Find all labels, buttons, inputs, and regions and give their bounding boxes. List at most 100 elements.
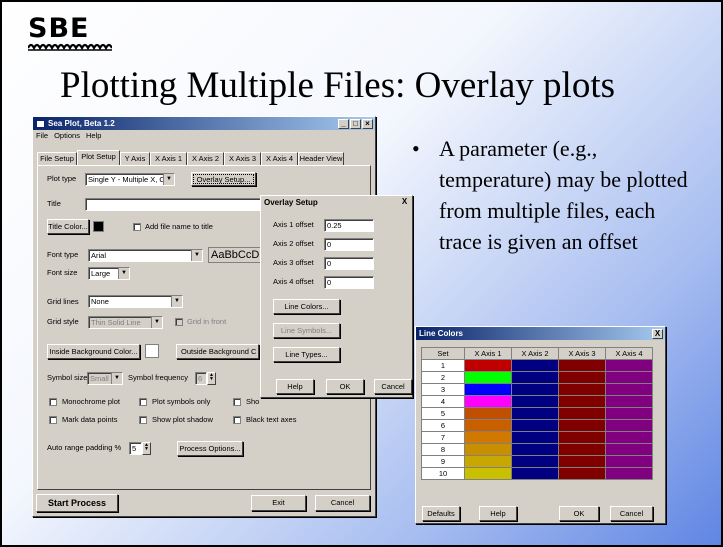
auto-range-input[interactable]: 5: [129, 442, 142, 455]
color-cell[interactable]: [558, 359, 606, 372]
overlay-ok-button[interactable]: OK: [326, 379, 364, 394]
color-cell[interactable]: [558, 443, 606, 456]
color-cell[interactable]: [464, 383, 512, 396]
grid-in-front-checkbox[interactable]: [175, 318, 183, 326]
start-process-button[interactable]: Start Process: [36, 494, 118, 512]
menu-file[interactable]: File: [36, 130, 48, 142]
process-options-button[interactable]: Process Options...: [177, 441, 243, 456]
chevron-down-icon: ▼: [163, 174, 174, 185]
color-cell[interactable]: [464, 371, 512, 384]
tab-x-axis-1[interactable]: X Axis 1: [150, 152, 187, 165]
close-icon[interactable]: X: [652, 328, 663, 339]
line-colors-ok-button[interactable]: OK: [559, 506, 599, 521]
color-cell[interactable]: [558, 395, 606, 408]
axis-2-offset-input[interactable]: 0: [324, 238, 374, 251]
menu-help[interactable]: Help: [86, 130, 101, 142]
table-row: 3: [421, 383, 653, 396]
show-plot-shadow-checkbox[interactable]: [139, 416, 147, 424]
color-cell[interactable]: [558, 431, 606, 444]
color-cell[interactable]: [605, 419, 653, 432]
color-cell[interactable]: [464, 455, 512, 468]
color-cell[interactable]: [464, 395, 512, 408]
color-cell[interactable]: [605, 371, 653, 384]
maximize-icon[interactable]: □: [350, 118, 361, 129]
color-cell[interactable]: [464, 431, 512, 444]
color-cell[interactable]: [511, 407, 559, 420]
axis-1-offset-input[interactable]: 0.25: [324, 219, 374, 232]
color-cell[interactable]: [511, 371, 559, 384]
auto-range-spinner[interactable]: ▲ ▼: [142, 442, 151, 455]
color-cell[interactable]: [511, 431, 559, 444]
axis-4-offset-input[interactable]: 0: [324, 276, 374, 289]
tab-plot-setup[interactable]: Plot Setup: [77, 150, 120, 165]
overlay-help-button[interactable]: Help: [276, 379, 314, 394]
color-cell[interactable]: [558, 419, 606, 432]
color-cell[interactable]: [605, 395, 653, 408]
color-cell[interactable]: [511, 443, 559, 456]
line-types-button[interactable]: Line Types...: [273, 347, 340, 362]
color-cell[interactable]: [464, 359, 512, 372]
black-text-axes-checkbox[interactable]: [233, 416, 241, 424]
inside-background-swatch[interactable]: [145, 344, 159, 358]
color-cell[interactable]: [558, 455, 606, 468]
monochrome-checkbox[interactable]: [49, 398, 57, 406]
color-cell[interactable]: [558, 383, 606, 396]
minimize-icon[interactable]: _: [338, 118, 349, 129]
color-cell[interactable]: [464, 443, 512, 456]
defaults-button[interactable]: Defaults: [422, 506, 460, 521]
line-colors-button[interactable]: Line Colors...: [273, 299, 340, 314]
title-color-swatch[interactable]: [93, 221, 104, 232]
color-cell[interactable]: [605, 467, 653, 480]
color-cell[interactable]: [605, 359, 653, 372]
color-cell[interactable]: [464, 419, 512, 432]
font-type-select[interactable]: Arial ▼: [88, 249, 203, 262]
color-cell[interactable]: [464, 407, 512, 420]
exit-button[interactable]: Exit: [251, 495, 306, 511]
tab-x-axis-4[interactable]: X Axis 4: [261, 152, 298, 165]
color-cell[interactable]: [511, 359, 559, 372]
symbol-frequency-spinner[interactable]: ▲ ▼: [207, 372, 216, 385]
tab-x-axis-2[interactable]: X Axis 2: [187, 152, 224, 165]
color-cell[interactable]: [605, 407, 653, 420]
close-icon[interactable]: X: [399, 197, 410, 208]
line-colors-help-button[interactable]: Help: [479, 506, 517, 521]
color-cell[interactable]: [605, 383, 653, 396]
overlay-cancel-button[interactable]: Cancel: [374, 379, 412, 394]
color-cell[interactable]: [605, 443, 653, 456]
line-colors-cancel-button[interactable]: Cancel: [610, 506, 653, 521]
tab-x-axis-3[interactable]: X Axis 3: [224, 152, 261, 165]
grid-lines-select[interactable]: None ▼: [88, 295, 183, 308]
color-cell[interactable]: [605, 431, 653, 444]
font-size-select[interactable]: Large ▼: [88, 267, 130, 280]
plot-symbols-only-checkbox[interactable]: [139, 398, 147, 406]
tab-y-axis[interactable]: Y Axis: [120, 152, 150, 165]
close-icon[interactable]: ×: [362, 118, 373, 129]
color-cell[interactable]: [605, 455, 653, 468]
color-cell[interactable]: [558, 467, 606, 480]
menu-options[interactable]: Options: [54, 130, 80, 142]
outside-background-button[interactable]: Outside Background C: [176, 344, 259, 359]
color-cell[interactable]: [511, 383, 559, 396]
plot-type-select[interactable]: Single Y - Multiple X, Overlay ▼: [85, 173, 175, 186]
title-color-button[interactable]: Title Color...: [47, 219, 89, 234]
axis-3-offset-input[interactable]: 0: [324, 257, 374, 270]
color-cell[interactable]: [558, 407, 606, 420]
overlay-setup-button[interactable]: Overlay Setup...: [191, 172, 256, 186]
sho-checkbox[interactable]: [233, 398, 241, 406]
color-cell[interactable]: [511, 455, 559, 468]
color-cell[interactable]: [511, 395, 559, 408]
color-cell[interactable]: [558, 371, 606, 384]
color-cell[interactable]: [511, 419, 559, 432]
grid-style-select[interactable]: Thin Solid Line ▼: [88, 316, 163, 329]
tab-header-view[interactable]: Header View: [298, 152, 344, 165]
color-cell[interactable]: [511, 467, 559, 480]
tab-file-setup[interactable]: File Setup: [37, 152, 77, 165]
mark-data-points-checkbox[interactable]: [49, 416, 57, 424]
color-cell[interactable]: [464, 467, 512, 480]
cancel-button[interactable]: Cancel: [315, 495, 370, 511]
line-symbols-button[interactable]: Line Symbols...: [273, 323, 340, 338]
inside-background-button[interactable]: Inside Background Color...: [47, 344, 140, 359]
add-file-name-checkbox[interactable]: [133, 223, 141, 231]
symbol-frequency-input[interactable]: 6: [195, 372, 207, 385]
symbol-size-select[interactable]: Small ▼: [87, 372, 123, 385]
